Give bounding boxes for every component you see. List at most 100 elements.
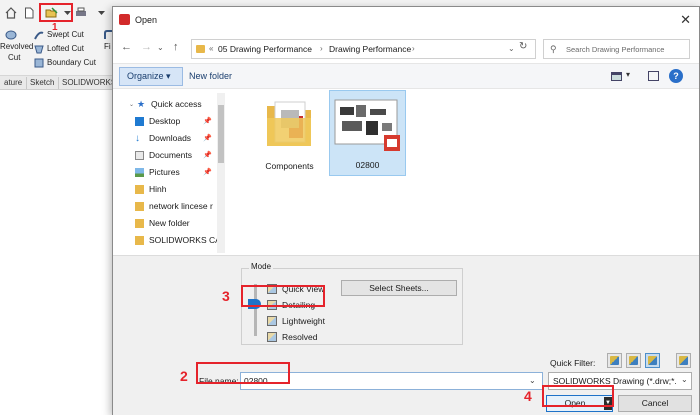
pin-icon[interactable]: 📌 [203,168,212,176]
refresh-icon[interactable]: ↻ [519,41,527,52]
annotation-number-2: 2 [180,368,188,384]
select-sheets-button[interactable]: Select Sheets... [341,280,457,296]
file-list: Components 02800 [227,90,699,255]
drawing-icon [648,356,657,365]
folder-icon [135,218,144,228]
annotation-box-4 [542,385,614,407]
tab-sketch[interactable]: Sketch [26,77,60,89]
nav-item-label: network lincese r [149,201,213,211]
preview-pane-icon[interactable] [648,71,659,81]
breadcrumb-drawing-performance[interactable]: Drawing Performance [329,44,411,54]
revolved-cut-icon[interactable] [4,28,18,42]
boundary-cut-label[interactable]: Boundary Cut [47,58,96,67]
nav-item-hinh[interactable]: Hinh [135,182,166,196]
breadcrumb-05-drawing-performance[interactable]: 05 Drawing Performance [218,44,312,54]
chevron-right-icon[interactable]: › [320,44,323,53]
nav-item-label: Downloads [149,133,192,143]
search-box[interactable]: ⚲ Search Drawing Performance [543,39,690,59]
file-item-02800[interactable]: 02800 [329,90,406,176]
chevron-down-icon[interactable]: ⌄ [129,101,134,108]
address-bar[interactable]: « 05 Drawing Performance › Drawing Perfo… [191,39,536,59]
change-view-icon[interactable] [611,72,622,81]
nav-item-downloads[interactable]: ↓ Downloads [135,131,191,145]
tab-feature[interactable]: ature [0,77,28,89]
quick-filter-top-level-button[interactable] [676,353,691,368]
home-icon[interactable] [4,6,18,20]
breadcrumb-overflow-icon[interactable]: « [209,44,213,53]
nav-item-documents[interactable]: Documents [135,148,192,162]
scrollbar-thumb[interactable] [218,105,224,163]
nav-item-solidworks-cam[interactable]: SOLIDWORKS CA [135,233,221,247]
recent-locations-chevron-icon[interactable]: ⌄ [157,43,164,52]
boundary-cut-icon[interactable] [32,56,46,70]
cancel-button[interactable]: Cancel [618,395,692,412]
mode-option-resolved[interactable]: Resolved [267,330,317,343]
resolved-icon [267,331,277,342]
download-icon: ↓ [135,132,140,144]
quick-filter-label: Quick Filter: [550,358,596,368]
dialog-titlebar[interactable]: Open ✕ [113,7,699,33]
up-arrow-icon[interactable]: ↑ [173,41,179,53]
print-icon[interactable] [74,6,88,20]
open-dialog: Open ✕ ← → ⌄ ↑ « 05 Drawing Performance … [112,6,700,415]
chevron-right-icon[interactable]: › [412,44,415,53]
search-placeholder: Search Drawing Performance [566,45,665,54]
top-level-assembly-icon [679,356,688,365]
dialog-title: Open [135,15,158,25]
folder-icon [267,101,311,146]
mode-option-label: Resolved [282,331,318,342]
chevron-down-icon[interactable]: ⌄ [508,44,515,53]
navigation-pane: ⌄ ★ Quick access Desktop 📌 ↓ Downloads 📌… [113,90,225,255]
quick-filter-part-button[interactable] [607,353,622,368]
navigation-bar: ← → ⌄ ↑ « 05 Drawing Performance › Drawi… [113,33,699,63]
nav-item-quick-access[interactable]: ⌄ ★ Quick access [129,97,202,111]
lightweight-icon [267,315,277,326]
nav-item-pictures[interactable]: Pictures [135,165,180,179]
nav-pane-scrollbar[interactable] [217,93,225,253]
chevron-down-icon[interactable] [94,6,108,20]
back-arrow-icon[interactable]: ← [121,41,132,53]
annotation-box-1 [39,3,73,22]
nav-item-network-license[interactable]: network lincese r [135,199,213,213]
nav-item-label: Pictures [149,167,180,177]
organize-button[interactable]: Organize ▾ [119,67,183,86]
nav-item-desktop[interactable]: Desktop [135,114,180,128]
nav-item-new-folder[interactable]: New folder [135,216,190,230]
annotation-number-1: 1 [52,22,58,33]
part-icon [610,356,619,365]
pin-icon[interactable]: 📌 [203,117,212,125]
new-document-icon[interactable] [22,6,36,20]
lofted-cut-label[interactable]: Lofted Cut [47,44,84,53]
pin-icon[interactable]: 📌 [203,151,212,159]
command-bar: Organize ▾ New folder ▾ ? [113,63,699,89]
star-icon: ★ [137,98,146,109]
pin-icon[interactable]: 📌 [203,134,212,142]
lofted-cut-icon[interactable] [32,42,46,56]
nav-item-label: New folder [149,218,190,228]
mode-option-label: Lightweight [282,315,326,326]
folder-icon [135,201,144,211]
help-icon[interactable]: ? [669,69,683,83]
drawing-thumbnail-icon [334,99,400,151]
close-icon[interactable]: ✕ [680,12,691,28]
desktop-icon [135,116,144,126]
swept-cut-icon[interactable] [32,28,46,42]
quick-filter-assembly-button[interactable] [626,353,641,368]
quick-filter-drawing-button[interactable] [645,353,660,368]
search-icon: ⚲ [550,44,557,54]
chevron-down-icon[interactable]: ⌄ [681,375,688,384]
new-folder-button[interactable]: New folder [189,71,232,81]
assembly-icon [629,356,638,365]
file-label: Components [265,161,314,171]
annotation-number-3: 3 [222,288,230,304]
revolved-cut-label: Revolved [0,42,34,51]
forward-arrow-icon[interactable]: → [141,41,152,53]
annotation-number-4: 4 [524,388,532,404]
nav-item-label: Documents [149,150,192,160]
chevron-down-icon[interactable]: ▾ [626,70,630,79]
nav-item-label: Hinh [149,184,167,194]
mode-option-lightweight[interactable]: Lightweight [267,314,325,327]
annotation-box-3 [241,285,325,307]
file-item-components[interactable]: Components [251,90,328,176]
solidworks-logo-icon [119,14,130,25]
